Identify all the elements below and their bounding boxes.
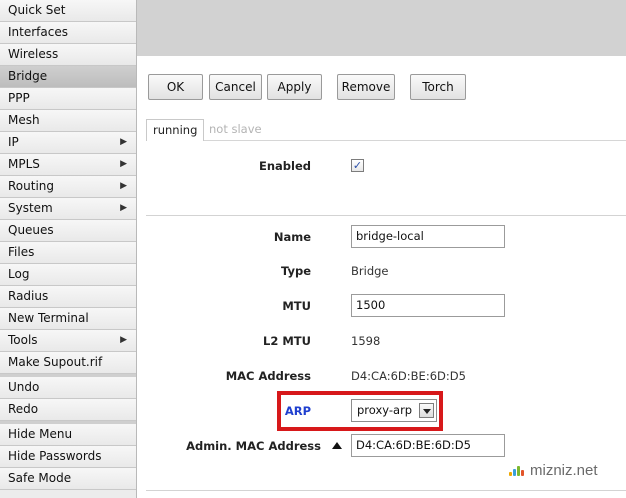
sidebar-item-bridge[interactable]: Bridge <box>0 66 136 88</box>
sidebar-item-make-supout[interactable]: Make Supout.rif <box>0 352 136 374</box>
mtu-row: MTU 1500 <box>146 294 626 318</box>
watermark-text: mizniz.net <box>530 462 598 479</box>
sidebar-item-label: Mesh <box>8 113 40 127</box>
sidebar-item-queues[interactable]: Queues <box>0 220 136 242</box>
status-bar: running not slave <box>146 119 626 141</box>
submenu-arrow-icon: ▶ <box>120 159 127 169</box>
type-label: Type <box>280 264 311 278</box>
sidebar-item-ip[interactable]: IP ▶ <box>0 132 136 154</box>
sidebar-item-tools[interactable]: Tools ▶ <box>0 330 136 352</box>
sidebar-item-log[interactable]: Log <box>0 264 136 286</box>
sidebar-item-quick-set[interactable]: Quick Set <box>0 0 136 22</box>
sidebar-item-label: Wireless <box>8 47 59 61</box>
l2mtu-value: 1598 <box>351 334 381 348</box>
sidebar-item-mesh[interactable]: Mesh <box>0 110 136 132</box>
watermark: mizniz.net <box>501 458 609 484</box>
sidebar-item-safe-mode[interactable]: Safe Mode <box>0 468 136 490</box>
divider <box>146 490 626 491</box>
sidebar-item-interfaces[interactable]: Interfaces <box>0 22 136 44</box>
sidebar-item-label: Hide Passwords <box>8 449 102 463</box>
sidebar-item-routing[interactable]: Routing ▶ <box>0 176 136 198</box>
toolbar: OK Cancel Apply Remove Torch <box>137 56 626 118</box>
sidebar-item-label: Interfaces <box>8 25 68 39</box>
sidebar-item-label: Log <box>8 267 30 281</box>
sidebar-item-ppp[interactable]: PPP <box>0 88 136 110</box>
submenu-arrow-icon: ▶ <box>120 137 127 147</box>
apply-button[interactable]: Apply <box>267 74 322 100</box>
sidebar-item-undo[interactable]: Undo <box>0 377 136 399</box>
sidebar-item-label: Undo <box>8 380 40 394</box>
l2mtu-row: L2 MTU 1598 <box>146 329 626 353</box>
sidebar-item-redo[interactable]: Redo <box>0 399 136 421</box>
sidebar-item-system[interactable]: System ▶ <box>0 198 136 220</box>
ok-button[interactable]: OK <box>148 74 203 100</box>
enabled-checkbox[interactable]: ✓ <box>351 159 364 172</box>
triangle-up-icon[interactable] <box>332 442 342 449</box>
status-not-slave: not slave <box>209 122 262 136</box>
sidebar-item-hide-menu[interactable]: Hide Menu <box>0 424 136 446</box>
name-row: Name bridge-local <box>146 225 626 249</box>
sidebar-item-label: Safe Mode <box>8 471 72 485</box>
window-header <box>137 0 626 56</box>
sidebar-item-label: Redo <box>8 402 39 416</box>
submenu-arrow-icon: ▶ <box>120 203 127 213</box>
sidebar-group-history: Undo Redo <box>0 377 136 424</box>
mtu-input[interactable]: 1500 <box>351 294 505 317</box>
sidebar-item-new-terminal[interactable]: New Terminal <box>0 308 136 330</box>
cancel-button[interactable]: Cancel <box>209 74 262 100</box>
sidebar-item-label: Routing <box>8 179 55 193</box>
sidebar-item-label: Tools <box>8 333 38 347</box>
mtu-label: MTU <box>282 299 311 313</box>
type-row: Type Bridge <box>146 259 626 283</box>
submenu-arrow-icon: ▶ <box>120 335 127 345</box>
name-label: Name <box>273 230 311 244</box>
submenu-arrow-icon: ▶ <box>120 181 127 191</box>
l2mtu-label: L2 MTU <box>263 334 311 348</box>
sidebar-group-options: Hide Menu Hide Passwords Safe Mode <box>0 424 136 490</box>
sidebar-item-label: MPLS <box>8 157 40 171</box>
status-running: running <box>146 119 205 141</box>
sidebar-item-label: Queues <box>8 223 54 237</box>
admin-mac-label: Admin. MAC Address <box>186 439 321 453</box>
sidebar-item-wireless[interactable]: Wireless <box>0 44 136 66</box>
sidebar-item-label: Bridge <box>8 69 48 83</box>
enabled-row: Enabled ✓ <box>146 154 626 178</box>
remove-button[interactable]: Remove <box>337 74 395 100</box>
admin-mac-row: Admin. MAC Address D4:CA:6D:BE:6D:D5 <box>146 434 626 458</box>
sidebar-item-label: Quick Set <box>8 3 66 17</box>
mac-value: D4:CA:6D:BE:6D:D5 <box>351 369 466 383</box>
logo-icon <box>509 466 525 477</box>
sidebar-item-mpls[interactable]: MPLS ▶ <box>0 154 136 176</box>
enabled-label: Enabled <box>258 159 311 173</box>
admin-mac-input[interactable]: D4:CA:6D:BE:6D:D5 <box>351 434 505 457</box>
sidebar-item-label: New Terminal <box>8 311 89 325</box>
type-value: Bridge <box>351 264 389 278</box>
name-input[interactable]: bridge-local <box>351 225 505 248</box>
mac-row: MAC Address D4:CA:6D:BE:6D:D5 <box>146 364 626 388</box>
sidebar-item-label: Make Supout.rif <box>8 355 103 369</box>
sidebar-menu: Quick Set Interfaces Wireless Bridge PPP… <box>0 0 137 498</box>
sidebar-item-files[interactable]: Files <box>0 242 136 264</box>
sidebar-item-label: Hide Menu <box>8 427 73 441</box>
sidebar-item-label: Radius <box>8 289 49 303</box>
arp-highlight-box <box>277 391 443 431</box>
torch-button[interactable]: Torch <box>410 74 466 100</box>
sidebar-item-hide-passwords[interactable]: Hide Passwords <box>0 446 136 468</box>
sidebar-item-label: IP <box>8 135 19 149</box>
sidebar-group-main: Quick Set Interfaces Wireless Bridge PPP… <box>0 0 136 377</box>
divider <box>146 215 626 216</box>
sidebar-item-label: System <box>8 201 53 215</box>
sidebar-item-radius[interactable]: Radius <box>0 286 136 308</box>
mac-label: MAC Address <box>225 369 311 383</box>
sidebar-item-label: Files <box>8 245 35 259</box>
sidebar-item-label: PPP <box>8 91 30 105</box>
